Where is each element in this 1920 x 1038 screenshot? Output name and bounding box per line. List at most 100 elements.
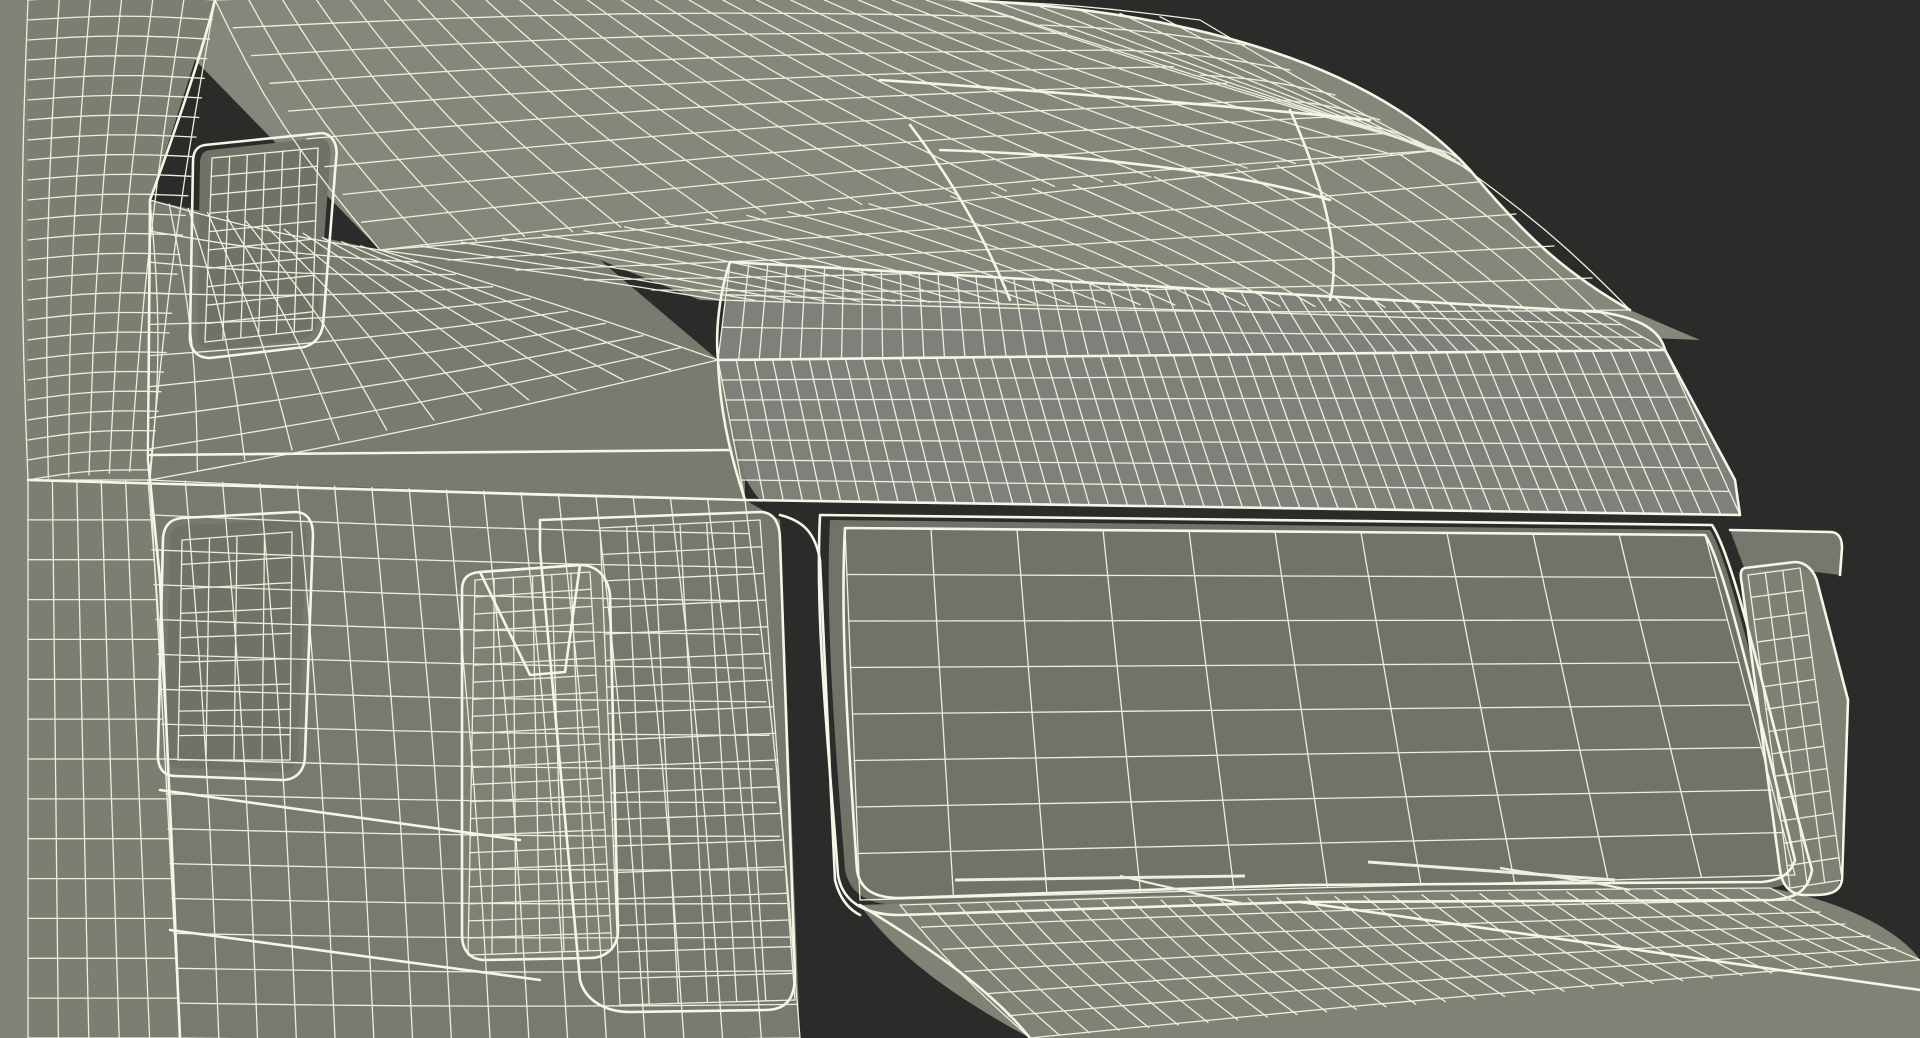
mirror-grid-v bbox=[576, 605, 593, 608]
sleeper-window-grid-u bbox=[296, 217, 299, 242]
side-window-grid-v bbox=[180, 612, 196, 614]
mirror-grid-u bbox=[471, 673, 474, 722]
mirror-grid-v bbox=[533, 660, 551, 663]
sleeper-grid-v bbox=[88, 173, 110, 176]
mirror-grid-v bbox=[534, 728, 553, 731]
mirror-grid-v bbox=[570, 829, 589, 832]
right-mirror-grid-v bbox=[1806, 769, 1815, 773]
visor-top-grid-u bbox=[823, 266, 826, 280]
sleeper-grid-v bbox=[137, 74, 161, 77]
bracket-grid-v bbox=[728, 1000, 752, 1003]
side-window-grid-u bbox=[177, 704, 180, 734]
bracket-grid-v bbox=[715, 787, 739, 790]
mirror-grid-v bbox=[535, 745, 553, 748]
mirror-grid-v bbox=[503, 918, 523, 921]
sleeper-window-grid-u bbox=[263, 152, 266, 177]
windshield-grid-v bbox=[960, 665, 1074, 668]
right-mirror-grid-v bbox=[1765, 661, 1774, 665]
sleeper-window-grid-u bbox=[222, 316, 225, 341]
sleeper-window-grid-u bbox=[261, 198, 265, 223]
mirror-grid-v bbox=[486, 782, 505, 785]
side-window-grid-u bbox=[179, 594, 182, 624]
bracket-grid-v bbox=[603, 632, 626, 635]
mirror-grid-v bbox=[520, 917, 540, 920]
bracket-grid-v bbox=[656, 869, 680, 872]
mirror-grid-v bbox=[473, 629, 490, 632]
bracket-grid-v bbox=[649, 736, 673, 739]
sleeper-grid-v bbox=[164, 213, 186, 217]
side-window-grid-v bbox=[221, 634, 237, 637]
door-grid-v bbox=[401, 901, 480, 905]
mirror-grid-v bbox=[503, 884, 522, 887]
bracket-grid-v bbox=[725, 947, 749, 950]
bracket-grid-v bbox=[750, 999, 774, 1002]
right-mirror-grid-v bbox=[1800, 725, 1809, 728]
sleeper-grid-v bbox=[157, 95, 181, 98]
bracket-grid-v bbox=[733, 733, 756, 736]
sleeper-grid-v bbox=[167, 194, 189, 197]
right-mirror-grid-v bbox=[1792, 612, 1801, 616]
bracket-grid-v bbox=[691, 735, 714, 738]
mirror-grid-v bbox=[520, 849, 539, 852]
mirror-grid-v bbox=[503, 798, 522, 801]
mirror-grid-v bbox=[538, 899, 558, 902]
bracket-grid-v bbox=[770, 972, 794, 975]
side-window-grid-u bbox=[206, 648, 209, 678]
3d-viewport[interactable] bbox=[0, 0, 1920, 1038]
mirror-grid-v bbox=[487, 765, 505, 768]
right-mirror-grid-v bbox=[1750, 595, 1759, 599]
bracket-grid-v bbox=[690, 708, 713, 711]
sleeper-grid-v bbox=[134, 114, 157, 117]
sleeper-grid-v bbox=[91, 430, 109, 433]
cab-upper-grid-u bbox=[156, 304, 159, 341]
mirror-grid-v bbox=[537, 848, 556, 851]
visor-top-grid-u bbox=[919, 293, 922, 306]
sleeper-grid-v bbox=[97, 331, 117, 334]
sleeper-window-grid-u bbox=[223, 270, 227, 295]
bracket-grid-v bbox=[772, 999, 796, 1002]
sleeper-lower-grid-u bbox=[54, 758, 57, 830]
sleeper-window-grid-u bbox=[295, 240, 298, 265]
bracket-grid-v bbox=[766, 919, 790, 922]
right-mirror-grid-v bbox=[1793, 771, 1802, 774]
visor-top-grid-u bbox=[922, 335, 924, 348]
bracket-grid-v bbox=[693, 761, 716, 764]
sleeper-grid-v bbox=[72, 35, 97, 38]
bracket-grid-v bbox=[729, 680, 752, 683]
side-window-grid-v bbox=[193, 611, 209, 614]
bracket-grid-v bbox=[621, 578, 644, 581]
sleeper-grid-v bbox=[100, 292, 121, 294]
mirror-grid-v bbox=[553, 813, 572, 816]
bracket-grid-v bbox=[726, 626, 749, 630]
bracket-grid-v bbox=[694, 788, 717, 791]
mirror-grid-v bbox=[487, 748, 505, 751]
bracket-grid-v bbox=[686, 655, 709, 658]
bracket-grid-v bbox=[744, 599, 767, 602]
mirror-grid-v bbox=[548, 641, 565, 645]
sleeper-window-grid-u bbox=[315, 170, 318, 195]
bracket-grid-v bbox=[675, 815, 698, 818]
right-mirror-grid-v bbox=[1763, 594, 1772, 597]
side-window-grid-v bbox=[263, 608, 279, 610]
side-window-grid-u bbox=[207, 565, 210, 595]
sleeper-grid-v bbox=[87, 193, 109, 196]
visor-front-grid-v bbox=[721, 378, 842, 381]
mirror-grid-v bbox=[521, 934, 541, 937]
sleeper-grid-v bbox=[95, 371, 114, 374]
bracket-grid-v bbox=[684, 1001, 709, 1004]
mirror-grid-u bbox=[473, 579, 476, 628]
visor-front-grid-v bbox=[976, 440, 1100, 443]
sleeper-window-grid-u bbox=[207, 226, 211, 251]
right-mirror-grid-v bbox=[1787, 727, 1796, 730]
bracket-grid-v bbox=[640, 976, 664, 979]
bracket-grid-v bbox=[672, 762, 695, 765]
mirror-grid-v bbox=[518, 643, 535, 647]
visor-front-grid-v bbox=[981, 461, 1106, 464]
mirror-grid-v bbox=[467, 919, 487, 922]
mirror-grid-u bbox=[470, 719, 474, 769]
right-mirror-grid-v bbox=[1794, 680, 1803, 683]
right-mirror-grid-v bbox=[1753, 572, 1762, 575]
mirror-grid-v bbox=[571, 846, 590, 850]
right-mirror-grid-v bbox=[1776, 592, 1785, 595]
side-window-grid-v bbox=[235, 634, 251, 637]
